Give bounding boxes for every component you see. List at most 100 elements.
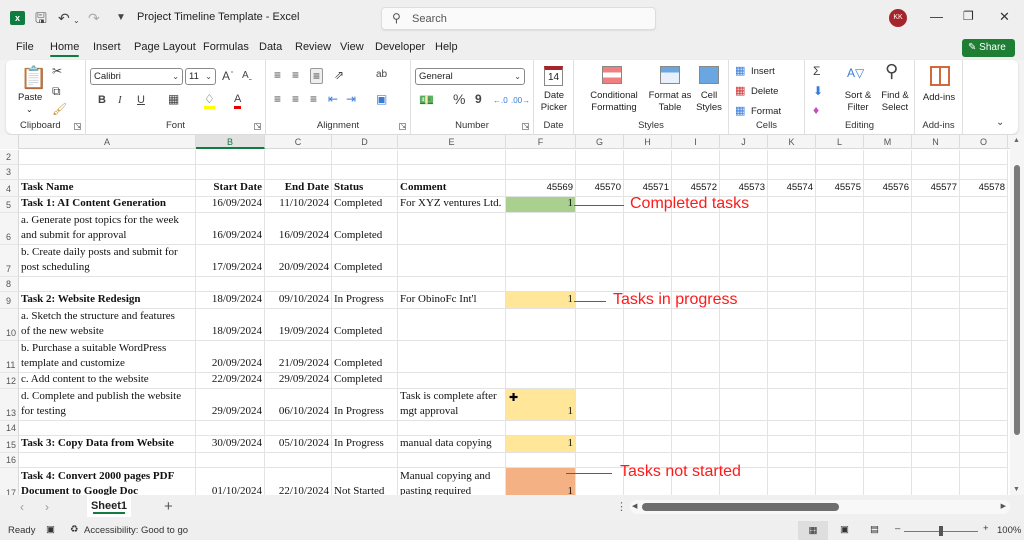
cell-g14[interactable] xyxy=(576,421,624,436)
cell-g4[interactable]: 45570 xyxy=(576,180,624,197)
row-header-15[interactable]: 15 xyxy=(0,436,19,453)
cell-i6[interactable] xyxy=(672,213,720,245)
cell-a13[interactable]: d. Complete and publish the website for … xyxy=(19,389,196,421)
decrease-decimal-icon[interactable]: .00→ xyxy=(511,94,530,108)
cell-j8[interactable] xyxy=(720,277,768,292)
cell-c15[interactable]: 05/10/2024 xyxy=(265,436,332,453)
cell-k9[interactable] xyxy=(768,292,816,309)
cell-j15[interactable] xyxy=(720,436,768,453)
format-as-table-button[interactable]: Format as Table xyxy=(646,90,694,114)
cell-o15[interactable] xyxy=(960,436,1008,453)
cell-h7[interactable] xyxy=(624,245,672,277)
cell-styles-icon[interactable] xyxy=(699,66,719,84)
cell-n4[interactable]: 45577 xyxy=(912,180,960,197)
tab-view[interactable]: View xyxy=(340,41,364,53)
cell-f6[interactable] xyxy=(506,213,576,245)
percent-button[interactable]: % xyxy=(453,92,465,106)
alignment-launcher-icon[interactable]: ↘ xyxy=(399,123,406,130)
cell-m13[interactable] xyxy=(864,389,912,421)
more-options-icon[interactable]: ⋮ xyxy=(616,500,627,513)
cell-m9[interactable] xyxy=(864,292,912,309)
tab-insert[interactable]: Insert xyxy=(93,41,121,53)
horizontal-scrollbar[interactable]: ◀ ▶ xyxy=(630,500,1010,514)
collapse-ribbon-icon[interactable]: ⌄ xyxy=(996,116,1004,130)
row-header-7[interactable]: 7 xyxy=(0,245,19,277)
cell-b2[interactable] xyxy=(196,150,265,165)
cell-d2[interactable] xyxy=(332,150,398,165)
cell-f4[interactable]: 45569 xyxy=(506,180,576,197)
cell-g12[interactable] xyxy=(576,373,624,389)
cell-c14[interactable] xyxy=(265,421,332,436)
accounting-format-icon[interactable]: 💵 xyxy=(419,93,434,107)
cell-k13[interactable] xyxy=(768,389,816,421)
cell-j10[interactable] xyxy=(720,309,768,341)
format-as-table-icon[interactable] xyxy=(660,66,680,84)
align-right-icon[interactable]: ≡ xyxy=(310,92,317,106)
cell-e3[interactable] xyxy=(398,165,506,180)
cell-d5[interactable]: Completed xyxy=(332,197,398,213)
wrap-text-icon[interactable]: ab xyxy=(376,68,387,82)
addins-button[interactable]: Add-ins xyxy=(915,92,963,104)
column-header-g[interactable]: G xyxy=(576,135,624,149)
zoom-in-button[interactable]: + xyxy=(983,523,989,534)
cell-m3[interactable] xyxy=(864,165,912,180)
normal-view-icon[interactable]: ▦ xyxy=(798,521,828,540)
cell-m7[interactable] xyxy=(864,245,912,277)
cell-m12[interactable] xyxy=(864,373,912,389)
cell-b16[interactable] xyxy=(196,453,265,468)
cell-a12[interactable]: c. Add content to the website xyxy=(19,373,196,389)
cell-a5[interactable]: Task 1: AI Content Generation xyxy=(19,197,196,213)
cell-k12[interactable] xyxy=(768,373,816,389)
cell-j6[interactable] xyxy=(720,213,768,245)
tab-help[interactable]: Help xyxy=(435,41,458,53)
column-header-n[interactable]: N xyxy=(912,135,960,149)
cell-f8[interactable] xyxy=(506,277,576,292)
cell-d3[interactable] xyxy=(332,165,398,180)
cell-c7[interactable]: 20/09/2024 xyxy=(265,245,332,277)
row-header-6[interactable]: 6 xyxy=(0,213,19,245)
cell-b8[interactable] xyxy=(196,277,265,292)
cell-n13[interactable] xyxy=(912,389,960,421)
merge-center-icon[interactable]: ▣ xyxy=(376,92,387,106)
cell-e13[interactable]: Task is complete after mgt approval xyxy=(398,389,506,421)
insert-cells-icon[interactable]: ▦ xyxy=(735,64,745,78)
accessibility-icon[interactable]: ♻ xyxy=(70,524,79,535)
cell-c4[interactable]: End Date xyxy=(265,180,332,197)
cell-l3[interactable] xyxy=(816,165,864,180)
fill-icon[interactable]: ⬇ xyxy=(813,84,823,98)
cell-l7[interactable] xyxy=(816,245,864,277)
cell-d8[interactable] xyxy=(332,277,398,292)
macro-record-icon[interactable]: ▣ xyxy=(46,524,55,535)
cell-i7[interactable] xyxy=(672,245,720,277)
cell-k10[interactable] xyxy=(768,309,816,341)
cell-i11[interactable] xyxy=(672,341,720,373)
column-header-k[interactable]: K xyxy=(768,135,816,149)
italic-button[interactable]: I xyxy=(118,93,122,107)
zoom-slider-thumb[interactable] xyxy=(939,526,943,536)
date-picker-button[interactable]: Date Picker xyxy=(534,90,574,114)
cell-j14[interactable] xyxy=(720,421,768,436)
cell-d9[interactable]: In Progress xyxy=(332,292,398,309)
cell-o14[interactable] xyxy=(960,421,1008,436)
clipboard-launcher-icon[interactable]: ↘ xyxy=(74,123,81,130)
cell-d16[interactable] xyxy=(332,453,398,468)
undo-dropdown-icon[interactable]: ⌄ xyxy=(73,12,80,30)
font-name-dropdown[interactable]: Calibri ⌄ xyxy=(90,68,183,85)
cell-a9[interactable]: Task 2: Website Redesign xyxy=(19,292,196,309)
cell-styles-button[interactable]: Cell Styles xyxy=(691,90,727,114)
cell-a10[interactable]: a. Sketch the structure and features of … xyxy=(19,309,196,341)
cell-g2[interactable] xyxy=(576,150,624,165)
cell-k8[interactable] xyxy=(768,277,816,292)
sort-filter-icon[interactable]: A▽ xyxy=(847,66,864,80)
column-header-a[interactable]: A xyxy=(19,135,196,149)
cell-j13[interactable] xyxy=(720,389,768,421)
find-select-icon[interactable]: ⚲ xyxy=(885,62,898,80)
cell-l14[interactable] xyxy=(816,421,864,436)
cell-m2[interactable] xyxy=(864,150,912,165)
cell-n14[interactable] xyxy=(912,421,960,436)
cell-b9[interactable]: 18/09/2024 xyxy=(196,292,265,309)
format-cells-button[interactable]: Format xyxy=(751,106,781,118)
cell-l5[interactable] xyxy=(816,197,864,213)
align-center-icon[interactable]: ≡ xyxy=(292,92,299,106)
find-select-button[interactable]: Find & Select xyxy=(875,90,915,114)
